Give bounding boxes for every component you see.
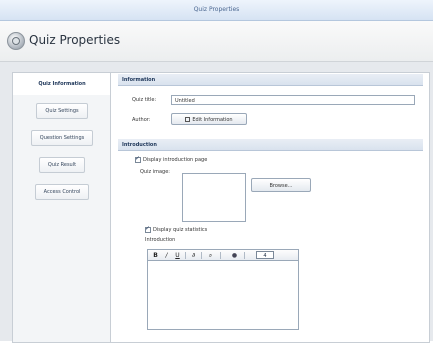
display-stats-checkbox[interactable] xyxy=(145,225,151,233)
toolbar-separator xyxy=(220,252,221,259)
window-title: Quiz Properties xyxy=(193,6,240,13)
section-header-information: Information xyxy=(118,74,423,86)
sidebar-item-label: Quiz Information xyxy=(38,81,86,87)
section-header-introduction: Introduction xyxy=(118,139,423,151)
sidebar-item-label: Access Control xyxy=(34,184,90,200)
italic-icon[interactable]: / xyxy=(162,251,171,260)
editor-toolbar: B / U ∂ ⌕ ● 4 xyxy=(147,249,299,261)
quiz-image-label: Quiz image: xyxy=(140,169,170,175)
quiz-title-label: Quiz title: xyxy=(132,97,157,103)
color-icon[interactable]: ● xyxy=(230,251,239,260)
sidebar-item-question-settings[interactable]: Question Settings xyxy=(13,127,111,149)
introduction-editor[interactable] xyxy=(147,261,299,330)
sidebar-item-access-control[interactable]: Access Control xyxy=(13,181,111,203)
underline-icon[interactable]: U xyxy=(173,251,182,260)
display-stats-label: Display quiz statistics xyxy=(153,227,208,233)
quiz-image-preview xyxy=(182,173,246,222)
bold-icon[interactable]: B xyxy=(151,251,160,260)
display-intro-label: Display introduction page xyxy=(143,157,208,163)
toolbar-separator xyxy=(244,252,245,259)
window-titlebar: Quiz Properties xyxy=(0,0,433,21)
gear-icon xyxy=(7,32,25,50)
dialog-header: Quiz Properties xyxy=(0,21,433,62)
sidebar-item-label: Quiz Settings xyxy=(36,103,88,119)
font-size-stepper[interactable]: 4 xyxy=(256,251,274,259)
display-intro-checkbox[interactable] xyxy=(135,155,141,163)
sidebar-item-quiz-information[interactable]: Quiz Information xyxy=(13,73,111,95)
edit-information-label: Edit Information xyxy=(192,117,233,123)
page-title: Quiz Properties xyxy=(29,33,121,47)
user-icon xyxy=(185,117,191,122)
toolbar-separator xyxy=(201,252,202,259)
browse-button[interactable]: Browse... xyxy=(251,178,311,192)
image-icon[interactable]: ⌕ xyxy=(206,251,215,260)
edit-information-button[interactable]: Edit Information xyxy=(171,113,247,125)
link-icon[interactable]: ∂ xyxy=(189,251,198,260)
sidebar: Quiz Information Quiz Settings Question … xyxy=(12,72,111,343)
sidebar-item-label: Quiz Result xyxy=(38,157,86,173)
sidebar-item-quiz-result[interactable]: Quiz Result xyxy=(13,154,111,176)
introduction-label: Introduction xyxy=(145,237,176,243)
sidebar-item-label: Question Settings xyxy=(30,130,94,146)
author-label: Author: xyxy=(132,117,151,123)
sidebar-item-quiz-settings[interactable]: Quiz Settings xyxy=(13,100,111,122)
font-size-value: 4 xyxy=(263,253,267,259)
toolbar-separator xyxy=(185,252,186,259)
quiz-title-input[interactable]: Untitled xyxy=(171,95,415,105)
